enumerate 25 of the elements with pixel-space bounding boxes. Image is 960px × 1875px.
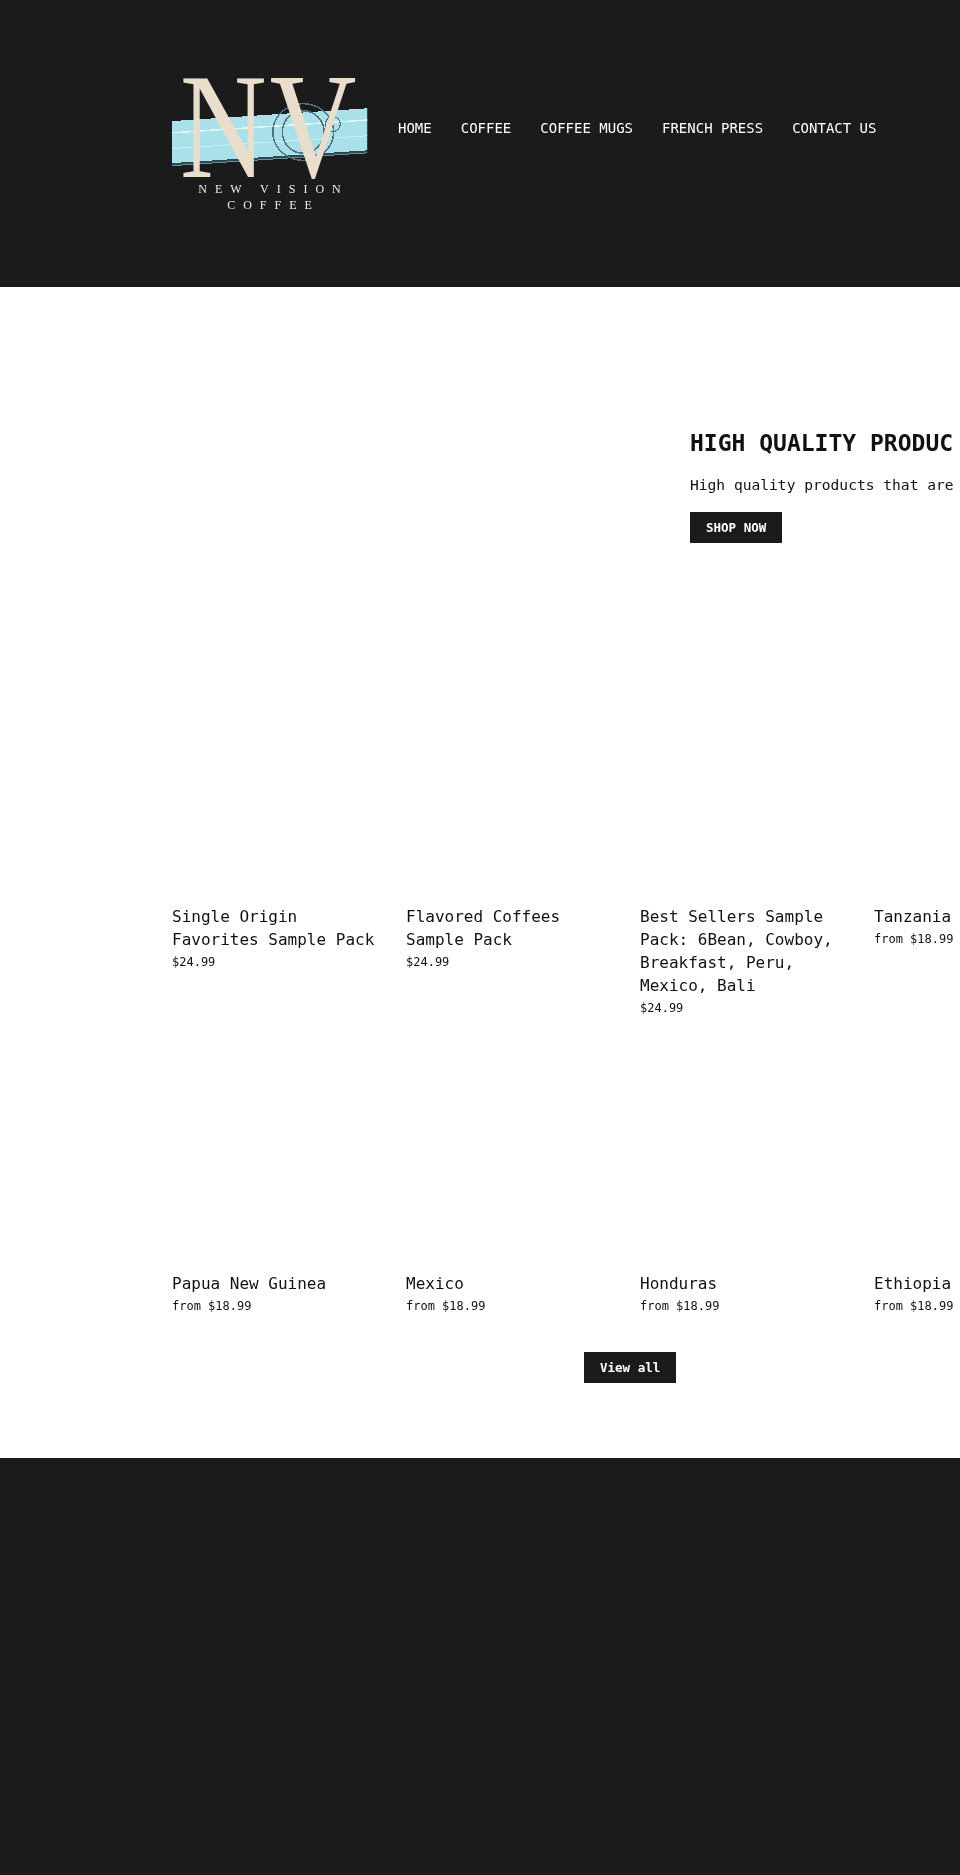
hero-title: HIGH QUALITY PRODUC [690,429,954,458]
nav-link[interactable]: COFFEE [460,119,512,137]
nav-link[interactable]: HOME [398,119,432,137]
product-price: $24.99 [172,954,216,971]
product-title[interactable]: Ethiopia [874,1272,952,1295]
product-price: $24.99 [640,1000,684,1017]
product-title[interactable]: Papua New Guinea [172,1272,327,1295]
product-title[interactable]: Mexico [406,1272,464,1295]
product-title[interactable]: Best Sellers Sample Pack: 6Bean, Cowboy, Breakfast, Peru, Mexico, Bali [640,905,850,997]
view-all-button[interactable]: View all [584,1352,677,1383]
hero-subtitle: High quality products that are [690,475,954,495]
product-title[interactable]: Single Origin Favorites Sample Pack [172,905,382,951]
product-title[interactable]: Tanzania [874,905,952,928]
product-price: from $18.99 [640,1298,720,1315]
nav-link[interactable]: CONTACT US [792,119,877,137]
shop-now-button[interactable]: SHOP NOW [690,512,783,543]
product-price: from $18.99 [406,1298,486,1315]
nav-link[interactable]: FRENCH PRESS [662,119,764,137]
product-price: from $18.99 [874,931,954,948]
product-price: from $18.99 [874,1298,954,1315]
product-price: from $18.99 [172,1298,252,1315]
product-price: $24.99 [406,954,450,971]
nav-link[interactable]: COFFEE MUGS [540,119,633,137]
product-title[interactable]: Flavored Coffees Sample Pack [406,905,616,951]
product-title[interactable]: Honduras [640,1272,718,1295]
